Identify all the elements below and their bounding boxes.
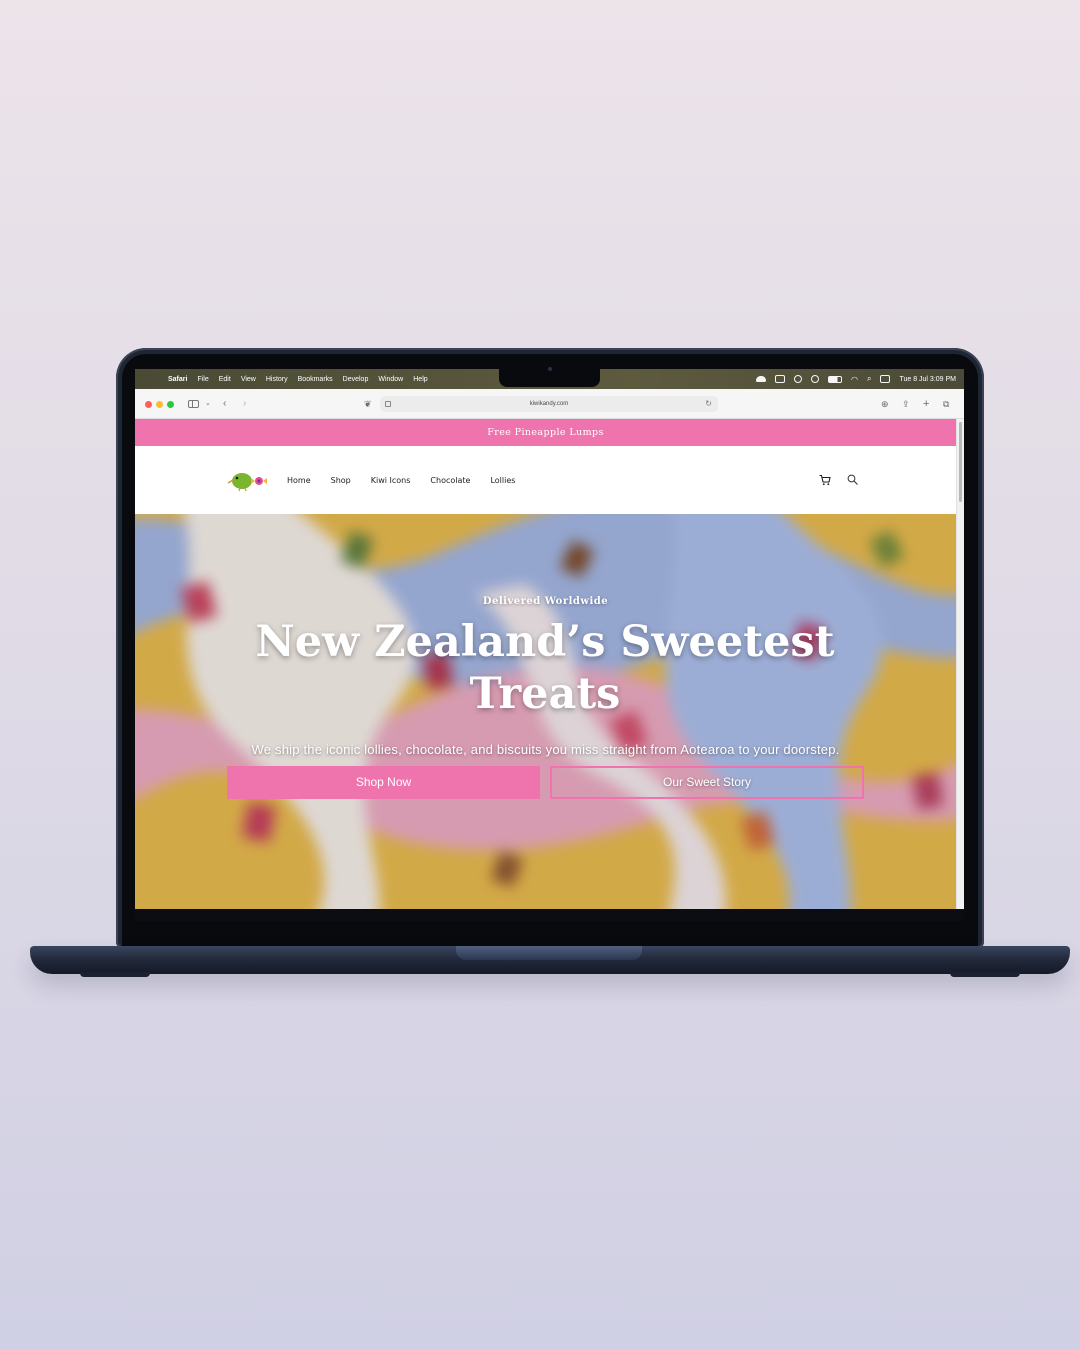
menu-bar-status-area: ◠ ⌕ Tue 8 Jul 3:09 PM xyxy=(755,369,956,389)
zoom-window-button[interactable] xyxy=(167,401,174,408)
airplay-icon[interactable] xyxy=(793,375,802,383)
cloud-icon[interactable] xyxy=(755,376,766,382)
camera-notch xyxy=(499,369,600,387)
menu-edit[interactable]: Edit xyxy=(219,376,231,383)
laptop-screen: Safari File Edit View History Bookmarks … xyxy=(135,369,964,909)
url-text: kiwikandy.com xyxy=(529,401,569,407)
our-sweet-story-button[interactable]: Our Sweet Story xyxy=(550,766,864,799)
page-icon xyxy=(385,401,391,407)
promo-banner[interactable]: Free Pineapple Lumps xyxy=(135,419,956,446)
menu-clock[interactable]: Tue 8 Jul 3:09 PM xyxy=(899,376,956,383)
menu-view[interactable]: View xyxy=(241,376,256,383)
camera-icon xyxy=(548,367,552,371)
hero-eyebrow: Delivered Worldwide xyxy=(482,596,609,607)
minimize-window-button[interactable] xyxy=(156,401,163,408)
safari-toolbar: ⌄ ‹ › ❦ kiwikandy.com ↻ ⊕ ⇪ + ⧉ xyxy=(135,389,964,419)
back-icon[interactable]: ‹ xyxy=(223,397,226,411)
shop-now-button[interactable]: Shop Now xyxy=(227,766,540,799)
spotlight-icon[interactable]: ⌕ xyxy=(867,374,871,384)
battery-icon[interactable] xyxy=(827,375,842,383)
laptop-opening-lip xyxy=(456,946,642,960)
download-icon[interactable]: ⊕ xyxy=(881,397,889,411)
wifi-icon[interactable]: ◠ xyxy=(851,375,858,384)
nav-shop[interactable]: Shop xyxy=(331,476,351,485)
play-icon[interactable] xyxy=(810,375,819,383)
drive-icon[interactable] xyxy=(774,375,785,383)
address-bar[interactable]: kiwikandy.com ↻ xyxy=(380,396,718,412)
nav-kiwi-icons[interactable]: Kiwi Icons xyxy=(371,476,411,485)
laptop-foot-right xyxy=(950,972,1020,977)
search-icon[interactable] xyxy=(847,474,858,485)
scrollbar-thumb[interactable] xyxy=(959,422,962,502)
menu-window[interactable]: Window xyxy=(378,376,403,383)
hero-title: New Zealand’s Sweetest Treats xyxy=(255,617,835,719)
control-center-icon[interactable] xyxy=(880,375,891,383)
main-navigation: Home Shop Kiwi Icons Chocolate Lollies xyxy=(287,446,535,514)
tabs-icon[interactable]: ⧉ xyxy=(943,397,949,411)
menu-app-name[interactable]: Safari xyxy=(168,376,187,383)
reload-icon[interactable]: ↻ xyxy=(705,396,712,412)
laptop-foot-left xyxy=(80,972,150,977)
privacy-icon[interactable]: ❦ xyxy=(364,397,372,411)
site-header: Home Shop Kiwi Icons Chocolate Lollies xyxy=(135,446,956,514)
share-icon[interactable]: ⇪ xyxy=(902,397,910,411)
screen-chin xyxy=(135,909,964,921)
menu-develop[interactable]: Develop xyxy=(343,376,369,383)
nav-home[interactable]: Home xyxy=(287,476,311,485)
kiwi-logo[interactable] xyxy=(228,468,268,492)
menu-history[interactable]: History xyxy=(266,376,288,383)
menu-file[interactable]: File xyxy=(197,376,208,383)
nav-lollies[interactable]: Lollies xyxy=(490,476,515,485)
new-tab-icon[interactable]: + xyxy=(923,397,929,411)
page-scrollbar[interactable] xyxy=(956,419,964,909)
sidebar-icon[interactable] xyxy=(188,400,199,408)
nav-chocolate[interactable]: Chocolate xyxy=(430,476,470,485)
chevron-down-icon[interactable]: ⌄ xyxy=(205,397,211,411)
menu-bookmarks[interactable]: Bookmarks xyxy=(298,376,333,383)
hero-section: Delivered Worldwide New Zealand’s Sweete… xyxy=(135,514,956,909)
cart-icon[interactable] xyxy=(819,474,831,486)
menu-help[interactable]: Help xyxy=(413,376,427,383)
close-window-button[interactable] xyxy=(145,401,152,408)
hero-subtitle: We ship the iconic lollies, chocolate, a… xyxy=(251,742,840,757)
forward-icon[interactable]: › xyxy=(243,397,246,411)
